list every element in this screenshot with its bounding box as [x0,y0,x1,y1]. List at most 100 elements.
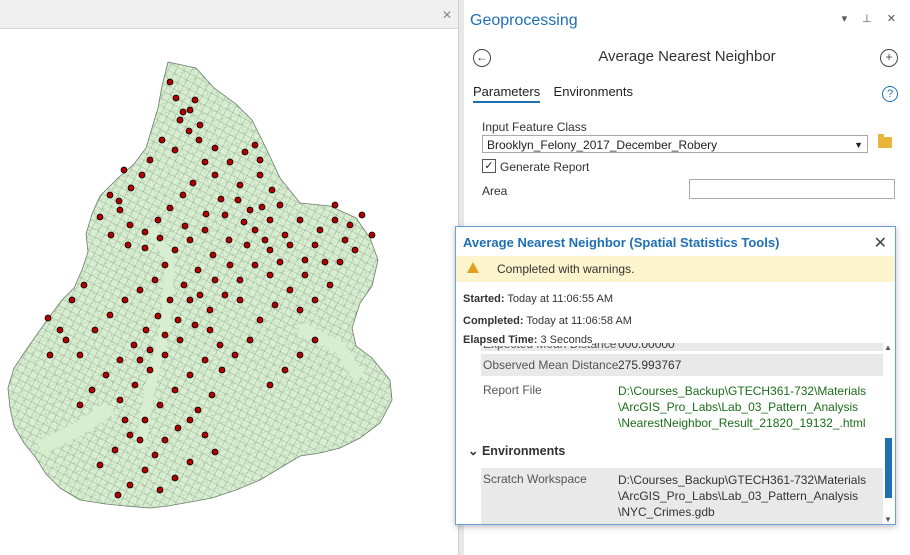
tab-parameters[interactable]: Parameters [473,84,541,103]
crime-point [218,366,226,374]
crime-point [211,171,219,179]
close-icon[interactable]: ✕ [874,233,887,253]
crime-point [281,366,289,374]
report-file-label: Report File [483,383,542,397]
crime-point [194,266,202,274]
crime-point [46,351,54,359]
borough-polygon [7,61,393,509]
crime-point [107,231,115,239]
table-row: Report File D:\Courses_Backup\GTECH361-7… [481,379,883,435]
crime-point [351,246,359,254]
crime-point [174,424,182,432]
crime-point [331,201,339,209]
crime-point [179,191,187,199]
crime-point [211,448,219,456]
crime-point [179,108,187,116]
crime-point [174,316,182,324]
report-path-line: \ArcGIS_Pro_Labs\Lab_03_Pattern_Analysis [618,400,859,414]
help-icon[interactable]: ? [882,86,898,102]
crime-point [236,296,244,304]
crime-point [276,201,284,209]
map-view[interactable]: ✕ [0,0,458,555]
scroll-down-icon[interactable]: ▼ [884,515,892,524]
crime-point [236,181,244,189]
crime-point [136,286,144,294]
report-file-link[interactable]: D:\Courses_Backup\GTECH361-732\Materials… [618,383,866,431]
crime-point [196,291,204,299]
crime-point [68,296,76,304]
add-icon[interactable]: + [880,49,898,67]
scrollbar-thumb[interactable] [885,438,892,498]
started-value: Today at 11:06:55 AM [507,293,614,305]
crime-point [271,301,279,309]
crime-point [281,231,289,239]
crime-point [142,326,150,334]
crime-point [56,326,64,334]
crime-point [126,481,134,489]
crime-point [226,261,234,269]
area-input[interactable] [689,179,895,199]
crime-point [195,136,203,144]
tab-environments[interactable]: Environments [554,84,633,101]
crime-point [172,94,180,102]
crime-point [176,336,184,344]
chevron-down-icon: ⌄ [468,444,479,458]
crime-point [301,271,309,279]
crime-point [80,281,88,289]
crime-point [156,234,164,242]
crime-point [256,316,264,324]
crime-point [141,228,149,236]
elapsed-label: Elapsed Time: [463,334,538,346]
crime-point [141,466,149,474]
crime-point [136,356,144,364]
scratch-path-line: \ArcGIS_Pro_Labs\Lab_03_Pattern_Analysis [618,489,859,503]
crime-point [368,231,376,239]
crime-point [221,211,229,219]
crime-point [217,195,225,203]
elapsed-value: 3 Seconds [540,334,593,346]
vertical-scrollbar[interactable]: ▲ ▼ [884,343,893,524]
folder-icon[interactable] [878,134,892,148]
crime-point [316,226,324,234]
crime-point [180,281,188,289]
crime-point [127,184,135,192]
crime-point [44,314,52,322]
crime-point [151,451,159,459]
crime-point [201,356,209,364]
expected-mean-value: 000.00000 [618,343,675,351]
brooklyn-map[interactable] [0,28,458,555]
crime-point [141,244,149,252]
crime-point [186,416,194,424]
scratch-workspace-label: Scratch Workspace [483,472,587,486]
close-icon[interactable]: ✕ [442,8,452,22]
crime-point [146,366,154,374]
generate-report-checkbox[interactable]: ✓ [482,159,496,173]
chevron-down-icon[interactable]: ▼ [854,136,863,154]
crime-point [258,203,266,211]
crime-point [115,197,123,205]
crime-point [266,381,274,389]
crime-point [124,241,132,249]
scroll-up-icon[interactable]: ▲ [884,343,892,352]
crime-point [156,486,164,494]
crime-point [240,218,248,226]
generate-report-label: Generate Report [500,160,590,174]
input-feature-class-select[interactable]: Brooklyn_Felony_2017_December_Robery ▼ [482,135,868,153]
pane-pin-controls[interactable]: ▾ ⊥ ✕ [842,12,902,25]
crime-point [296,351,304,359]
crime-point [234,196,242,204]
crime-point [276,258,284,266]
crime-point [286,241,294,249]
crime-point [146,346,154,354]
crime-point [171,146,179,154]
environments-section-header[interactable]: ⌄ Environments [468,443,565,458]
scratch-workspace-value: D:\Courses_Backup\GTECH361-732\Materials… [618,472,866,520]
crime-point [209,251,217,259]
crime-point [321,258,329,266]
crime-point [185,127,193,135]
result-details[interactable]: Expected Mean Distance 000.00000 Observe… [456,343,895,524]
crime-point [138,171,146,179]
crime-point [111,446,119,454]
crime-point [120,166,128,174]
crime-point [154,216,162,224]
